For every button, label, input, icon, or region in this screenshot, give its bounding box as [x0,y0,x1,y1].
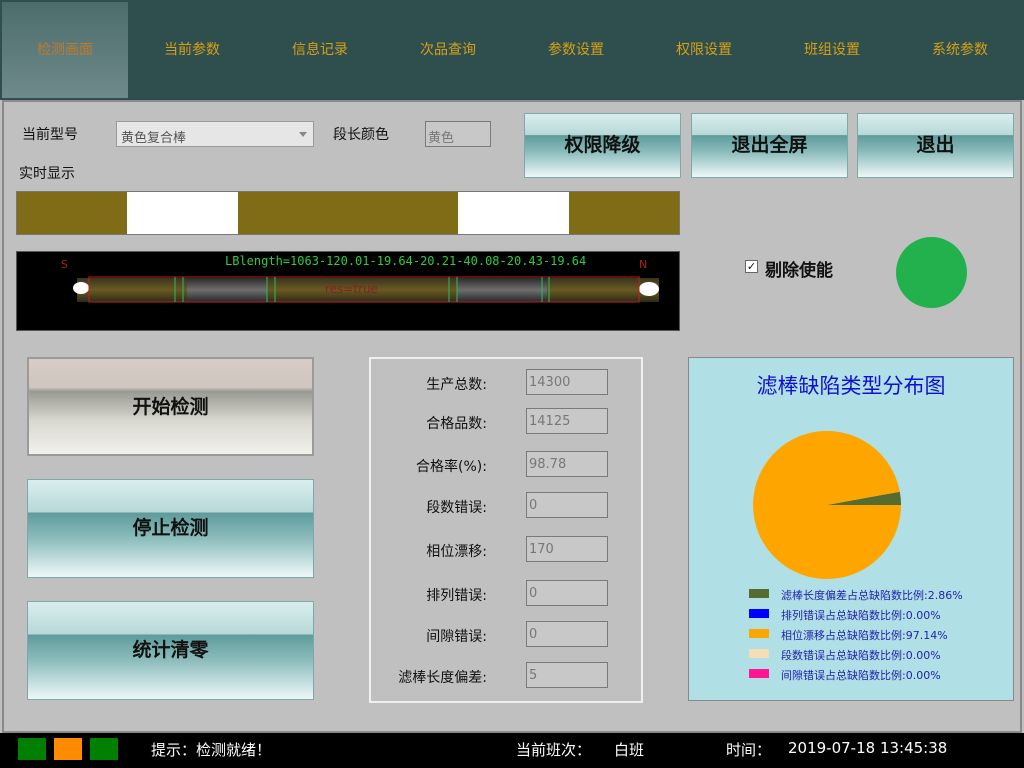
main-panel: 当前型号 黄色复合棒 段长颜色 黄色 实时显示 权限降级 退出全屏 退出 S N… [2,100,1022,733]
stop-detection-button[interactable]: 停止检测 [27,479,314,578]
status-light-1 [18,738,46,760]
strip-segment [568,192,679,234]
tab-detection-screen[interactable]: 检测画面 [2,2,128,98]
tab-param-settings[interactable]: 参数设置 [512,0,640,100]
realtime-strip [16,191,680,235]
stat-phase-drift-field[interactable]: 170 [526,536,608,562]
legend-swatch [749,649,769,658]
camera-image: S N LBlength=1063-120.01-19.64-20.21-40.… [61,254,659,303]
stat-length-deviation-field[interactable]: 5 [526,662,608,688]
legend-label: 滤棒长度偏差占总缺陷数比例:2.86% [781,589,963,602]
strip-segment [17,192,128,234]
time-label: 时间： [726,741,772,759]
legend-label: 排列错误占总缺陷数比例:0.00% [781,609,941,622]
realtime-label: 实时显示 [19,166,75,182]
status-light-3 [90,738,118,760]
reject-enable-checkbox[interactable]: ✓ [745,260,758,273]
stat-total-field[interactable]: 14300 [526,369,608,395]
legend-label: 段数错误占总缺陷数比例:0.00% [781,649,941,662]
start-detection-button[interactable]: 开始检测 [27,357,314,456]
defect-distribution-chart: 滤棒缺陷类型分布图 滤棒长度偏差占总缺陷数比例:2.86% 排列错误占总缺陷数比例… [688,357,1014,701]
strip-segment [237,192,459,234]
model-select[interactable]: 黄色复合棒 [116,121,314,147]
exit-fullscreen-button[interactable]: 退出全屏 [691,113,848,178]
reset-stats-button[interactable]: 统计清零 [27,601,314,700]
segment-color-label: 段长颜色 [333,127,389,143]
camera-right-marker: N [639,258,647,271]
top-navigation: 检测画面 当前参数 信息记录 次品查询 参数设置 权限设置 班组设置 系统参数 [0,0,1024,100]
stat-gap-error-field[interactable]: 0 [526,621,608,647]
legend-swatch [749,629,769,638]
pie-slice [753,431,901,580]
stat-pass-rate-field[interactable]: 98.78 [526,451,608,477]
stat-pass-rate-label: 合格率(%): [416,459,487,475]
legend-label: 相位漂移占总缺陷数比例:97.14% [781,629,948,642]
model-select-value: 黄色复合棒 [121,131,187,146]
status-light-2 [54,738,82,760]
chart-title: 滤棒缺陷类型分布图 [756,374,946,398]
legend-label: 间隙错误占总缺陷数比例:0.00% [781,669,941,682]
stat-length-deviation-label: 滤棒长度偏差: [398,670,487,686]
tab-current-params[interactable]: 当前参数 [128,0,256,100]
status-bar: 提示：检测就绪！ 当前班次： 白班 时间： 2019-07-18 13:45:3… [0,733,1024,768]
strip-segment [127,192,238,234]
shift-label: 当前班次： [516,741,592,759]
pie-chart [753,431,901,580]
segment-color-field[interactable]: 黄色 [425,121,491,147]
lower-permission-button[interactable]: 权限降级 [524,113,681,178]
shift-value: 白班 [614,741,645,759]
tab-system-params[interactable]: 系统参数 [896,0,1024,100]
camera-length-readout: LBlength=1063-120.01-19.64-20.21-40.08-2… [225,254,586,268]
exit-button[interactable]: 退出 [857,113,1014,178]
camera-status: res=true [325,282,378,296]
status-indicator-light [896,237,967,308]
tab-permission-settings[interactable]: 权限设置 [640,0,768,100]
stat-arrangement-error-field[interactable]: 0 [526,580,608,606]
stat-phase-drift-label: 相位漂移: [426,544,487,560]
stat-qualified-field[interactable]: 14125 [526,408,608,434]
camera-view: S N LBlength=1063-120.01-19.64-20.21-40.… [16,251,680,331]
stat-segment-error-label: 段数错误: [426,500,487,516]
stat-arrangement-error-label: 排列错误: [426,588,487,604]
stat-qualified-label: 合格品数: [426,416,487,432]
tab-defect-query[interactable]: 次品查询 [384,0,512,100]
stat-segment-error-field[interactable]: 0 [526,492,608,518]
stat-gap-error-label: 间隙错误: [426,629,487,645]
strip-segment [458,192,569,234]
chevron-down-icon[interactable] [299,132,307,137]
legend-swatch [749,589,769,598]
status-hint: 提示：检测就绪！ [151,741,272,759]
legend-swatch [749,609,769,618]
tab-info-records[interactable]: 信息记录 [256,0,384,100]
time-value: 2019-07-18 13:45:38 [788,739,948,757]
reject-enable-label: 剔除使能 [765,261,833,281]
tab-shift-settings[interactable]: 班组设置 [768,0,896,100]
camera-left-marker: S [61,258,68,271]
legend-swatch [749,669,769,678]
stat-total-label: 生产总数: [426,377,487,393]
production-stats-panel: 生产总数: 14300 合格品数: 14125 合格率(%): 98.78 段数… [369,357,643,703]
model-label: 当前型号 [22,127,78,143]
